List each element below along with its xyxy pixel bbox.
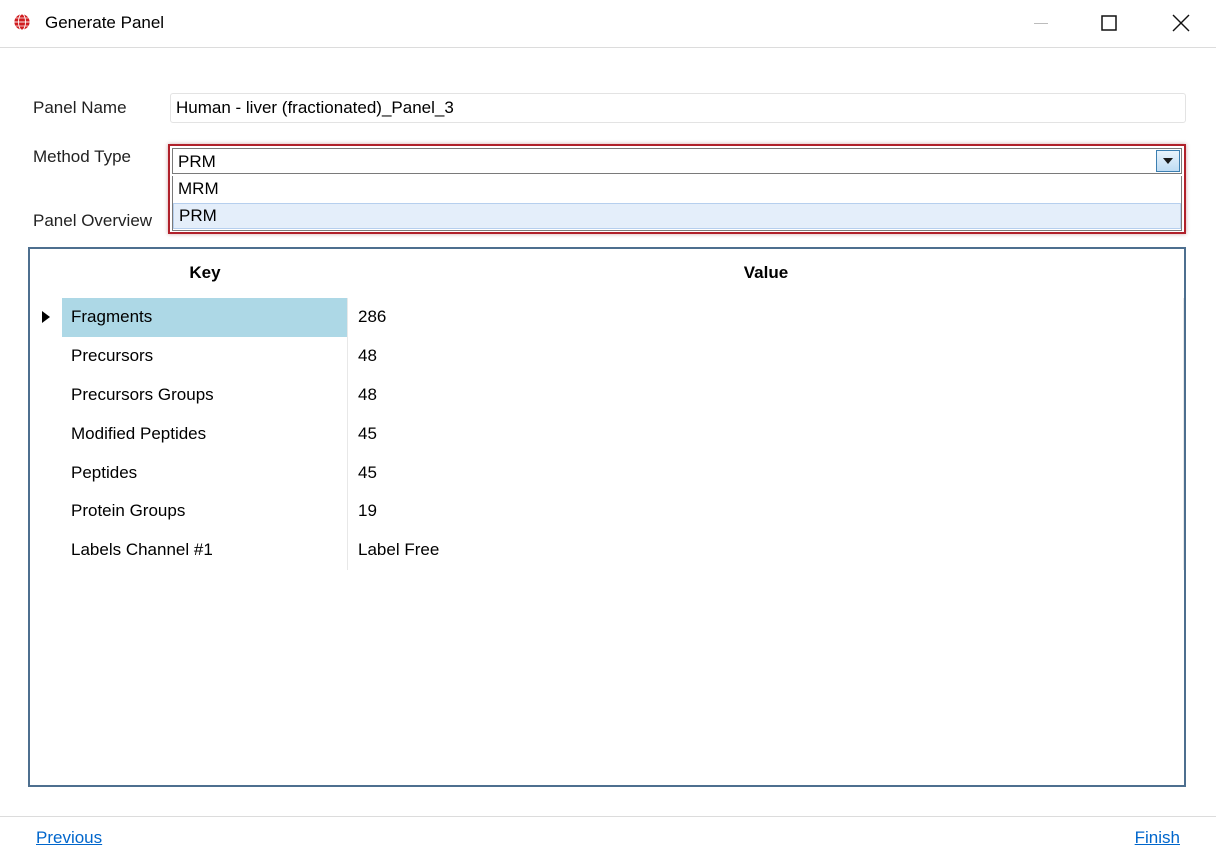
key-cell[interactable]: Peptides (62, 453, 348, 492)
key-cell[interactable]: Precursors (62, 336, 348, 376)
value-cell[interactable]: 45 (348, 414, 1184, 453)
row-header[interactable] (30, 492, 62, 531)
dropdown-option-mrm[interactable]: MRM (173, 176, 1181, 202)
generate-panel-window: Generate Panel Panel Name Method Type Pa… (0, 0, 1216, 868)
table-row[interactable]: Protein Groups 19 (30, 491, 1184, 531)
value-cell[interactable]: Label Free (348, 531, 1184, 570)
table-row[interactable]: Fragments 286 (30, 298, 1184, 337)
table-row[interactable]: Modified Peptides 45 (30, 414, 1184, 454)
wizard-footer: Previous Finish (0, 816, 1216, 868)
panel-overview-label: Panel Overview (33, 211, 153, 230)
current-row-arrow-icon (42, 311, 50, 324)
method-type-dropdown-list: MRM PRM (172, 176, 1182, 231)
key-cell[interactable]: Protein Groups (62, 491, 348, 531)
value-cell[interactable]: 48 (348, 376, 1184, 415)
row-header[interactable] (30, 298, 62, 337)
column-header-key[interactable]: Key (62, 249, 348, 297)
dropdown-arrow-button[interactable] (1156, 150, 1180, 172)
table-row[interactable]: Peptides 45 (30, 453, 1184, 492)
column-header-value[interactable]: Value (348, 249, 1184, 297)
maximize-button[interactable] (1086, 0, 1132, 46)
panel-name-label: Panel Name (33, 98, 127, 117)
previous-link[interactable]: Previous (36, 828, 102, 848)
key-cell[interactable]: Modified Peptides (62, 414, 348, 454)
method-type-label: Method Type (33, 147, 131, 166)
grid-rows: Fragments 286 Precursors 48 Precursors G… (30, 298, 1184, 570)
table-row[interactable]: Precursors 48 (30, 336, 1184, 376)
dropdown-option-prm[interactable]: PRM (173, 203, 1181, 229)
grid-divider (1183, 298, 1184, 570)
value-cell[interactable]: 286 (348, 298, 1184, 337)
table-row[interactable]: Precursors Groups 48 (30, 375, 1184, 415)
key-cell[interactable]: Fragments (62, 298, 348, 337)
value-cell[interactable]: 45 (348, 453, 1184, 492)
key-cell[interactable]: Labels Channel #1 (62, 530, 348, 570)
globe-app-icon (13, 13, 31, 31)
value-cell[interactable]: 48 (348, 337, 1184, 376)
grid-header: Key Value (30, 249, 1184, 297)
maximize-icon (1101, 15, 1117, 31)
close-button[interactable] (1158, 0, 1204, 46)
row-header[interactable] (30, 414, 62, 453)
panel-name-input[interactable] (170, 93, 1186, 123)
finish-link[interactable]: Finish (1135, 828, 1180, 848)
method-type-combobox[interactable]: PRM (172, 148, 1182, 174)
table-row[interactable]: Labels Channel #1 Label Free (30, 530, 1184, 570)
method-type-highlight: PRM MRM PRM (168, 144, 1186, 234)
value-cell[interactable]: 19 (348, 492, 1184, 531)
row-header[interactable] (30, 531, 62, 570)
key-cell[interactable]: Precursors Groups (62, 375, 348, 415)
method-type-selected-value: PRM (178, 152, 216, 171)
row-header[interactable] (30, 453, 62, 492)
window-title: Generate Panel (45, 13, 165, 32)
row-header[interactable] (30, 337, 62, 376)
minimize-button[interactable] (1018, 0, 1064, 46)
panel-overview-grid[interactable]: Key Value Fragments 286 Precursors 48 Pr… (28, 247, 1186, 787)
title-bar: Generate Panel (0, 0, 1216, 48)
row-header[interactable] (30, 376, 62, 415)
close-icon (1172, 14, 1190, 32)
chevron-down-icon (1163, 158, 1173, 164)
minimize-icon (1034, 23, 1048, 24)
